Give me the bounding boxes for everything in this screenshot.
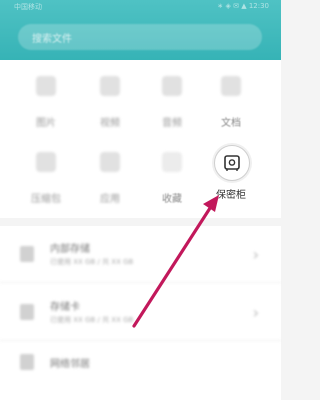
guide-arrow <box>132 195 219 328</box>
guide-arrow-shaft <box>132 203 214 328</box>
